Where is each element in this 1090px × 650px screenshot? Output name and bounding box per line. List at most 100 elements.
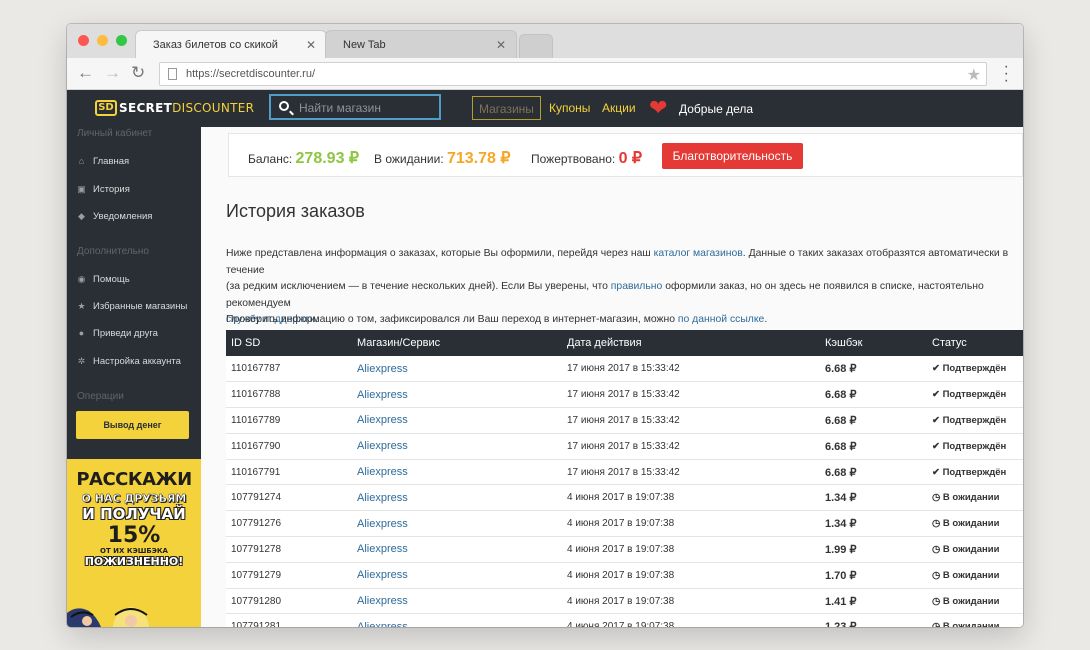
site-logo[interactable]: SD SECRETDISCOUNTER [95, 100, 254, 116]
nav-promos[interactable]: Акции [602, 96, 636, 120]
table-row[interactable]: 107791280 Aliexpress 4 июня 2017 в 19:07:3… [226, 588, 1023, 615]
order-date: 17 июня 2017 в 15:33:42 [562, 356, 820, 383]
table-row[interactable]: 110167791 Aliexpress 17 июня 2017 в 15:33:… [226, 459, 1023, 486]
order-id: 107791278 [226, 536, 352, 563]
sidebar-item-label: Приведи друга [93, 328, 158, 339]
shop-link[interactable]: Aliexpress [352, 459, 562, 486]
col-status[interactable]: Статус [927, 330, 1023, 356]
sidebar-item-home[interactable]: ⌂ Главная [77, 156, 129, 167]
page-icon [168, 68, 177, 80]
order-id: 110167788 [226, 381, 352, 409]
promo-line: РАССКАЖИ [76, 469, 192, 490]
pending-value: 713.78 ₽ [447, 150, 511, 167]
correctly-link[interactable]: правильно [611, 281, 663, 292]
table-row[interactable]: 107791276 Aliexpress 4 июня 2017 в 19:07:3… [226, 510, 1023, 538]
bookmark-star-icon[interactable]: ★ [967, 65, 981, 85]
sidebar-item-label: История [93, 184, 130, 195]
order-date: 17 июня 2017 в 15:33:42 [562, 381, 820, 409]
shop-link[interactable]: Aliexpress [352, 407, 562, 434]
close-tab-icon[interactable]: ✕ [496, 38, 506, 52]
shop-link[interactable]: Aliexpress [352, 484, 562, 512]
store-search-input[interactable]: Найти магазин [269, 94, 441, 120]
table-row[interactable]: 107791279 Aliexpress 4 июня 2017 в 19:07:3… [226, 562, 1023, 589]
store-catalog-link[interactable]: каталог магазинов [654, 248, 743, 259]
col-shop[interactable]: Магазин/Сервис [352, 330, 562, 356]
table-header-row: ID SD Магазин/Сервис Дата действия Кэшбэ… [226, 330, 1023, 356]
sidebar-item-history[interactable]: ▣ История [77, 184, 130, 195]
minimize-window-button[interactable] [97, 35, 108, 46]
sidebar-item-refer[interactable]: ● Приведи друга [77, 328, 158, 339]
nav-good-deeds[interactable]: Добрые дела [679, 102, 753, 116]
sidebar-item-settings[interactable]: ✲ Настройка аккаунта [77, 356, 181, 367]
table-row[interactable]: 107791278 Aliexpress 4 июня 2017 в 19:07:3… [226, 536, 1023, 563]
nav-stores[interactable]: Магазины [472, 96, 541, 120]
table-row[interactable]: 107791281 Aliexpress 4 июня 2017 в 19:07:3… [226, 613, 1023, 627]
reload-icon[interactable]: ↻ [131, 64, 145, 82]
address-bar[interactable]: https://secretdiscounter.ru/ ★ [159, 62, 987, 86]
browser-menu-icon[interactable]: · · · [1004, 59, 1009, 89]
status-badge: ◷ В ожидании [927, 510, 1023, 538]
sidebar-item-favorites[interactable]: ★ Избранные магазины [77, 301, 187, 312]
tab-title: Заказ билетов со скикой [153, 39, 278, 51]
sidebar-section-extra: Дополнительно [77, 246, 149, 257]
status-badge: ◷ В ожидании [927, 536, 1023, 563]
order-date: 4 июня 2017 в 19:07:38 [562, 536, 820, 563]
close-tab-icon[interactable]: ✕ [306, 38, 316, 52]
order-date: 4 июня 2017 в 19:07:38 [562, 562, 820, 589]
shop-link[interactable]: Aliexpress [352, 356, 562, 383]
orders-table: ID SD Магазин/Сервис Дата действия Кэшбэ… [226, 330, 1023, 627]
heart-icon[interactable]: ❤ [649, 97, 667, 119]
users-icon: ● [78, 328, 85, 338]
status-badge: ✔ Подтверждён [927, 433, 1023, 460]
shop-link[interactable]: Aliexpress [352, 562, 562, 589]
sidebar-item-label: Избранные магазины [93, 301, 188, 312]
tab-strip: Заказ билетов со скикой ✕ New Tab ✕ [67, 24, 1023, 58]
cashback-amount: 6.68 ₽ [820, 356, 927, 383]
tab-new[interactable]: New Tab ✕ [325, 30, 517, 58]
sidebar-item-notifications[interactable]: ◆ Уведомления [77, 211, 152, 222]
nav-coupons[interactable]: Купоны [549, 96, 590, 120]
back-arrow-icon[interactable]: ← [77, 64, 94, 82]
order-date: 17 июня 2017 в 15:33:42 [562, 433, 820, 460]
order-date: 4 июня 2017 в 19:07:38 [562, 588, 820, 615]
maximize-window-button[interactable] [116, 35, 127, 46]
pending: В ожидании: 713.78 ₽ [374, 150, 511, 167]
table-row[interactable]: 110167787 Aliexpress 17 июня 2017 в 15:33:… [226, 356, 1023, 383]
order-date: 17 июня 2017 в 15:33:42 [562, 407, 820, 434]
shop-link[interactable]: Aliexpress [352, 433, 562, 460]
logo-text: SECRETDISCOUNTER [119, 101, 255, 115]
table-row[interactable]: 110167790 Aliexpress 17 июня 2017 в 15:33:… [226, 433, 1023, 460]
order-date: 17 июня 2017 в 15:33:42 [562, 459, 820, 486]
charity-button[interactable]: Благотворительность [662, 143, 803, 169]
check-link[interactable]: по данной ссылке [678, 314, 764, 325]
table-row[interactable]: 110167789 Aliexpress 17 июня 2017 в 15:33:… [226, 407, 1023, 434]
status-badge: ✔ Подтверждён [927, 356, 1023, 383]
sidebar-item-help[interactable]: ◉ Помощь [77, 274, 130, 285]
close-window-button[interactable] [78, 35, 89, 46]
table-row[interactable]: 107791274 Aliexpress 4 июня 2017 в 19:07:3… [226, 484, 1023, 512]
status-badge: ◷ В ожидании [927, 588, 1023, 615]
order-id: 110167787 [226, 356, 352, 383]
shop-link[interactable]: Aliexpress [352, 381, 562, 409]
forward-arrow-icon[interactable]: → [104, 64, 121, 82]
shop-link[interactable]: Aliexpress [352, 613, 562, 627]
promo-line: И ПОЛУЧАЙ [82, 505, 186, 523]
order-id: 110167791 [226, 459, 352, 486]
table-row[interactable]: 110167788 Aliexpress 17 июня 2017 в 15:33:… [226, 381, 1023, 409]
orders-table-body: 110167787 Aliexpress 17 июня 2017 в 15:33:… [226, 356, 1023, 627]
col-date[interactable]: Дата действия [562, 330, 820, 356]
promo-percent: 15% [107, 523, 161, 548]
star-icon: ★ [77, 301, 86, 311]
col-id[interactable]: ID SD [226, 330, 352, 356]
withdraw-button[interactable]: Вывод денег [76, 411, 189, 439]
sidebar-item-label: Главная [93, 156, 130, 167]
referral-promo-banner[interactable]: РАССКАЖИ О НАС ДРУЗЬЯМ И ПОЛУЧАЙ 15% ОТ … [67, 459, 201, 627]
new-tab-button[interactable] [519, 34, 553, 58]
tab-active[interactable]: Заказ билетов со скикой ✕ [135, 30, 327, 58]
order-id: 107791279 [226, 562, 352, 589]
col-cashback[interactable]: Кэшбэк [820, 330, 927, 356]
shop-link[interactable]: Aliexpress [352, 510, 562, 538]
sidebar-item-label: Уведомления [93, 211, 153, 222]
shop-link[interactable]: Aliexpress [352, 536, 562, 563]
shop-link[interactable]: Aliexpress [352, 588, 562, 615]
